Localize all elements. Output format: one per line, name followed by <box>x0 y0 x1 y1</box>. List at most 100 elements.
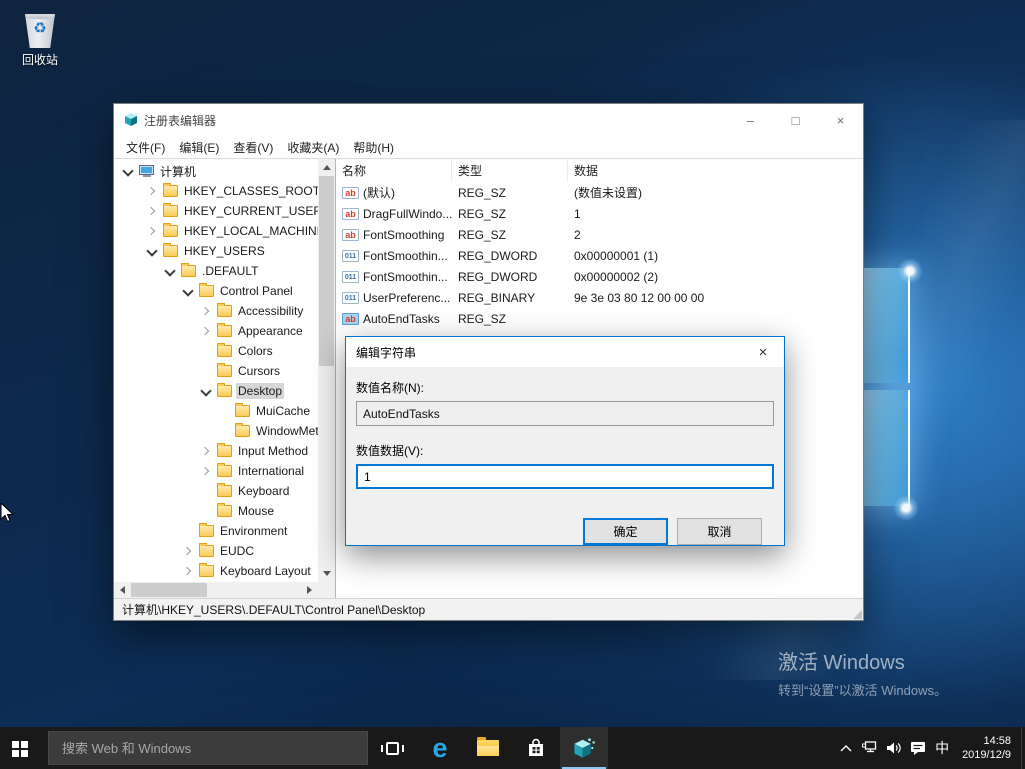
tree-item[interactable]: International <box>114 461 318 481</box>
tree-item[interactable]: Accessibility <box>114 301 318 321</box>
value-row[interactable]: UserPreferenc... REG_BINARY 9e 3e 03 80 … <box>336 287 863 308</box>
expander-icon[interactable] <box>199 485 212 498</box>
value-row[interactable]: FontSmoothin... REG_DWORD 0x00000002 (2) <box>336 266 863 287</box>
tree-item[interactable]: WindowMetrics <box>114 421 318 441</box>
menu-item[interactable]: 查看(V) <box>226 137 280 158</box>
menu-item[interactable]: 编辑(E) <box>172 137 226 158</box>
tree-item[interactable]: HKEY_USERS <box>114 241 318 261</box>
tree-item-label: Keyboard <box>236 483 291 499</box>
column-header-type[interactable]: 类型 <box>452 159 568 182</box>
scroll-down-arrow-icon[interactable] <box>318 565 335 582</box>
expander-icon[interactable] <box>217 425 230 438</box>
tree-item[interactable]: Control Panel <box>114 281 318 301</box>
expander-icon[interactable] <box>199 465 212 478</box>
resize-grip[interactable] <box>853 610 862 619</box>
value-row[interactable]: FontSmoothin... REG_DWORD 0x00000001 (1) <box>336 245 863 266</box>
store-button[interactable] <box>512 727 560 769</box>
expander-icon[interactable] <box>181 545 194 558</box>
tree-item[interactable]: HKEY_CURRENT_USER <box>114 201 318 221</box>
key-icon <box>217 365 232 377</box>
expander-icon[interactable] <box>199 345 212 358</box>
recycle-bin-shortcut[interactable]: ♻ 回收站 <box>12 8 68 68</box>
network-status[interactable] <box>858 727 882 769</box>
edge-browser-button[interactable]: e <box>416 727 464 769</box>
scroll-right-arrow-icon[interactable] <box>301 582 318 598</box>
expander-icon[interactable] <box>145 205 158 218</box>
tree-item[interactable]: Mouse <box>114 501 318 521</box>
tray-expand-button[interactable] <box>834 727 858 769</box>
expander-icon[interactable] <box>199 505 212 518</box>
regedit-taskbar-button[interactable] <box>560 727 608 769</box>
status-bar: 计算机\HKEY_USERS\.DEFAULT\Control Panel\De… <box>114 598 863 620</box>
task-view-button[interactable] <box>368 727 416 769</box>
value-type-icon <box>342 313 359 325</box>
key-icon <box>139 165 154 175</box>
start-button[interactable] <box>0 727 48 769</box>
tree-item-label: Keyboard Layout <box>218 563 313 579</box>
tree-item-label: Control Panel <box>218 283 295 299</box>
tree-item[interactable]: EUDC <box>114 541 318 561</box>
menu-item[interactable]: 帮助(H) <box>346 137 401 158</box>
tree-item[interactable]: Input Method <box>114 441 318 461</box>
menu-item[interactable]: 文件(F) <box>119 137 172 158</box>
menu-item[interactable]: 收藏夹(A) <box>280 137 346 158</box>
cancel-button[interactable]: 取消 <box>677 518 762 545</box>
expander-icon[interactable] <box>199 445 212 458</box>
expander-icon[interactable] <box>181 525 194 538</box>
scroll-up-arrow-icon[interactable] <box>318 159 335 176</box>
expander-icon[interactable] <box>199 325 212 338</box>
value-row[interactable]: FontSmoothing REG_SZ 2 <box>336 224 863 245</box>
expander-icon[interactable] <box>199 365 212 378</box>
tree-horizontal-scrollbar[interactable] <box>114 582 318 598</box>
expander-icon[interactable] <box>145 245 158 258</box>
tree-item[interactable]: Desktop <box>114 381 318 401</box>
minimize-button[interactable]: – <box>728 104 773 136</box>
tree-vertical-scrollbar[interactable] <box>318 159 335 582</box>
expander-icon[interactable] <box>121 165 134 178</box>
file-explorer-button[interactable] <box>464 727 512 769</box>
volume-control[interactable] <box>882 727 906 769</box>
expander-icon[interactable] <box>163 265 176 278</box>
tree-item[interactable]: HKEY_LOCAL_MACHINE <box>114 221 318 241</box>
show-desktop-button[interactable] <box>1021 727 1025 769</box>
tree-item[interactable]: .DEFAULT <box>114 261 318 281</box>
expander-icon[interactable] <box>217 405 230 418</box>
value-name-field[interactable] <box>356 401 774 426</box>
tree-item[interactable]: HKEY_CLASSES_ROOT <box>114 181 318 201</box>
task-view-icon <box>386 742 399 755</box>
column-header-data[interactable]: 数据 <box>568 159 863 182</box>
column-header-name[interactable]: 名称 <box>336 159 452 182</box>
value-row[interactable]: DragFullWindo... REG_SZ 1 <box>336 203 863 224</box>
tree-item[interactable]: 计算机 <box>114 161 318 181</box>
expander-icon[interactable] <box>181 285 194 298</box>
value-data-field[interactable] <box>356 464 774 489</box>
tree-item[interactable]: Keyboard Layout <box>114 561 318 581</box>
expander-icon[interactable] <box>145 225 158 238</box>
dialog-close-button[interactable]: × <box>742 337 784 367</box>
value-row[interactable]: (默认) REG_SZ (数值未设置) <box>336 182 863 203</box>
tree-item[interactable]: Environment <box>114 521 318 541</box>
notification-center-button[interactable] <box>906 727 930 769</box>
tree-item[interactable]: Keyboard <box>114 481 318 501</box>
taskbar-search[interactable] <box>48 731 368 765</box>
tree-item[interactable]: Colors <box>114 341 318 361</box>
close-button[interactable]: × <box>818 104 863 136</box>
ime-indicator[interactable]: 中 <box>930 727 954 769</box>
tree-item[interactable]: Appearance <box>114 321 318 341</box>
expander-icon[interactable] <box>145 185 158 198</box>
regedit-titlebar[interactable]: 注册表编辑器 – □ × <box>114 104 863 136</box>
tree-vertical-scroll-thumb[interactable] <box>319 176 334 366</box>
taskbar-clock[interactable]: 14:58 2019/12/9 <box>954 734 1021 762</box>
maximize-button[interactable]: □ <box>773 104 818 136</box>
expander-icon[interactable] <box>199 305 212 318</box>
expander-icon[interactable] <box>181 565 194 578</box>
dialog-titlebar[interactable]: 编辑字符串 × <box>346 337 784 367</box>
tree-horizontal-scroll-thumb[interactable] <box>131 583 207 597</box>
scroll-left-arrow-icon[interactable] <box>114 582 131 598</box>
tree-item[interactable]: Cursors <box>114 361 318 381</box>
tree-item[interactable]: MuiCache <box>114 401 318 421</box>
expander-icon[interactable] <box>199 385 212 398</box>
search-input[interactable] <box>49 741 367 756</box>
value-row[interactable]: AutoEndTasks REG_SZ <box>336 308 863 329</box>
ok-button[interactable]: 确定 <box>583 518 668 545</box>
